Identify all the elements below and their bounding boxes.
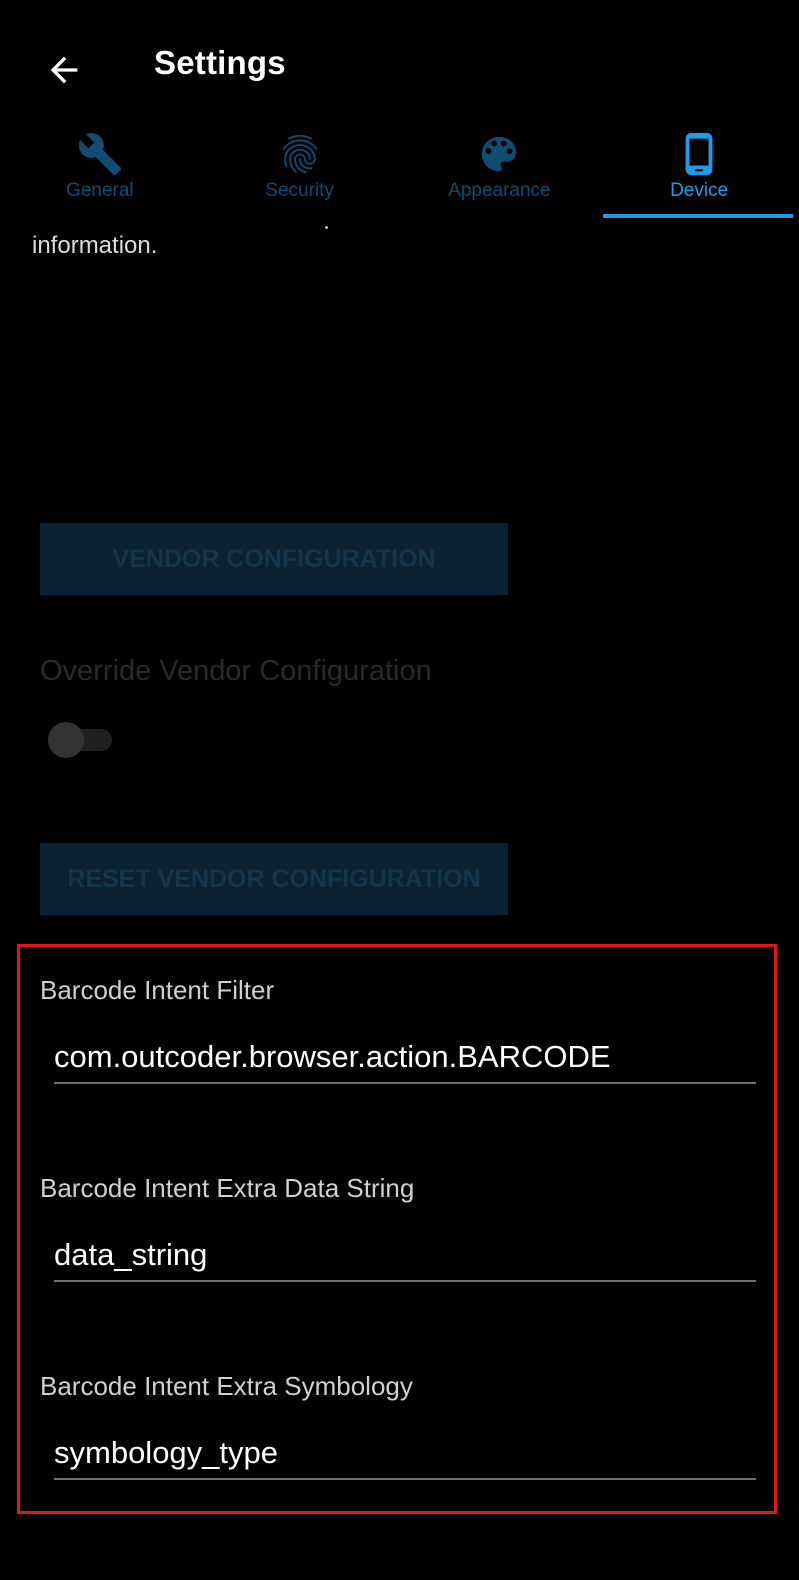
app-bar: Settings	[0, 0, 799, 110]
tab-bar: General Security Appearance Device	[0, 120, 799, 220]
barcode-extra-symbology-label: Barcode Intent Extra Symbology	[40, 1371, 413, 1401]
back-button[interactable]	[32, 38, 96, 102]
fingerprint-icon	[274, 130, 326, 178]
barcode-intent-filter-input[interactable]	[54, 1032, 756, 1084]
palette-icon	[473, 130, 525, 178]
tab-label: Device	[670, 180, 729, 201]
active-tab-indicator	[603, 214, 793, 218]
truncated-text-dot	[325, 226, 328, 229]
vendor-configuration-button[interactable]: VENDOR CONFIGURATION	[40, 523, 508, 595]
settings-screen: Settings General Security Appearance Dev…	[0, 0, 799, 1580]
tab-label: Security	[265, 180, 334, 201]
tab-label: General	[66, 180, 134, 201]
tab-general[interactable]: General	[0, 120, 200, 220]
toggle-thumb	[48, 722, 84, 758]
truncated-description: information.	[32, 232, 158, 259]
override-vendor-toggle[interactable]	[48, 722, 114, 758]
page-title: Settings	[154, 44, 286, 81]
tab-appearance[interactable]: Appearance	[400, 120, 600, 220]
tab-device[interactable]: Device	[599, 120, 799, 220]
phone-icon	[673, 130, 725, 178]
barcode-extra-data-string-label: Barcode Intent Extra Data String	[40, 1173, 415, 1203]
reset-vendor-configuration-button[interactable]: RESET VENDOR CONFIGURATION	[40, 843, 508, 915]
barcode-extra-data-string-input[interactable]	[54, 1230, 756, 1282]
tab-security[interactable]: Security	[200, 120, 400, 220]
barcode-intent-filter-label: Barcode Intent Filter	[40, 975, 275, 1005]
arrow-left-icon	[50, 56, 78, 84]
override-vendor-label: Override Vendor Configuration	[40, 655, 432, 687]
wrench-icon	[74, 130, 126, 178]
tab-label: Appearance	[448, 180, 551, 201]
barcode-extra-symbology-input[interactable]	[54, 1428, 756, 1480]
